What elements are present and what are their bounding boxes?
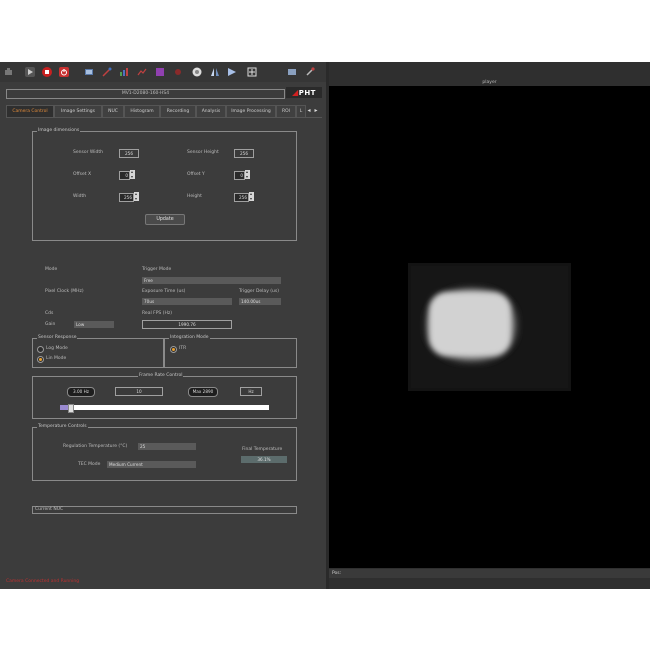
tab-scroll-right-icon[interactable]: ▸ xyxy=(313,105,319,116)
lin-mode-radio[interactable] xyxy=(37,356,44,363)
width-stepper[interactable] xyxy=(134,192,139,201)
offset-x-stepper[interactable] xyxy=(130,170,135,179)
sensor-width-label: Sensor Width xyxy=(73,150,103,155)
width-label: Width xyxy=(73,194,87,199)
sensor-height-value: 256 xyxy=(234,149,254,158)
itr-radio[interactable] xyxy=(170,346,177,353)
play-icon[interactable] xyxy=(25,67,35,77)
trigger-delay-label: Trigger Delay (us) xyxy=(239,289,279,294)
regulation-temperature-input[interactable]: 25 xyxy=(138,443,196,450)
tab-roi[interactable]: ROI xyxy=(276,105,296,117)
real-fps-value: 1990.76 xyxy=(142,320,232,329)
frame-rate-group: Frame Rate Control 3.00 Hz 10 Max 2890 H… xyxy=(32,373,297,419)
log-mode-label: Log Mode xyxy=(46,346,68,351)
monitor-icon[interactable] xyxy=(287,67,297,77)
tab-image-processing[interactable]: Image Processing xyxy=(226,105,276,117)
exposure-time-label: Exposure Time (us) xyxy=(142,289,186,294)
graph-icon[interactable] xyxy=(137,67,147,77)
height-input[interactable]: 256 xyxy=(234,193,249,202)
integration-mode-group: Integration Mode ITR xyxy=(164,335,297,368)
frame-rate-slider-handle[interactable] xyxy=(68,404,74,413)
gain-select[interactable]: Low xyxy=(74,321,114,328)
flag-icon[interactable] xyxy=(227,67,237,77)
frame-rate-max-button[interactable]: Max 2890 xyxy=(188,387,218,397)
tab-bar: Camera Control Image Settings NUC Histog… xyxy=(6,105,322,118)
pixel-clock-label: Pixel Clock (MHz) xyxy=(45,289,84,294)
tab-nuc[interactable]: NUC xyxy=(102,105,124,117)
sensor-response-title: Sensor Response xyxy=(37,335,78,341)
frame-rate-min-button[interactable]: 3.00 Hz xyxy=(67,387,95,397)
tab-camera-control[interactable]: Camera Control xyxy=(6,105,54,117)
image-icon[interactable] xyxy=(84,67,94,77)
trigger-mode-label: Trigger Mode xyxy=(142,267,172,272)
brand-logo: ◢PHT xyxy=(286,87,322,98)
crosshair-icon[interactable] xyxy=(247,67,257,77)
integration-mode-title: Integration Mode xyxy=(169,335,210,341)
settings-wheel-icon[interactable] xyxy=(192,67,202,77)
tab-recording[interactable]: Recording xyxy=(160,105,196,117)
exposure-time-input[interactable]: 70us xyxy=(142,298,232,305)
power-icon[interactable] xyxy=(59,67,69,77)
camera-frame-image xyxy=(408,263,571,391)
tab-scroll-left-icon[interactable]: ◂ xyxy=(306,105,312,116)
frame-rate-title: Frame Rate Control xyxy=(138,373,184,379)
update-button[interactable]: Update xyxy=(145,214,185,225)
tab-analysis[interactable]: Analysis xyxy=(196,105,226,117)
current-nuc-label: Current NUC xyxy=(35,507,64,512)
real-fps-label: Real FPS (Hz) xyxy=(142,311,172,316)
log-mode-radio[interactable] xyxy=(37,346,44,353)
tec-mode-label: TEC Mode xyxy=(78,462,101,467)
wrench-icon[interactable] xyxy=(305,67,315,77)
height-stepper[interactable] xyxy=(249,192,254,201)
tab-histogram[interactable]: Histogram xyxy=(124,105,160,117)
itr-label: ITR xyxy=(179,346,187,351)
offset-x-label: Offset X xyxy=(73,172,92,177)
status-text: Camera Connected and Running xyxy=(6,579,80,584)
image-dimensions-group: Image dimensions Sensor Width 256 Sensor… xyxy=(32,128,297,241)
frame-rate-unit: Hz xyxy=(240,387,262,396)
image-dimensions-title: Image dimensions xyxy=(37,128,81,134)
tab-image-settings[interactable]: Image Settings xyxy=(54,105,102,117)
temperature-title: Temperature Controls xyxy=(37,424,88,430)
final-temperature-label: Final Temperature xyxy=(242,447,283,452)
cds-label: Cds xyxy=(45,311,54,316)
lin-mode-label: Lin Mode xyxy=(46,356,67,361)
chart-icon[interactable] xyxy=(119,67,129,77)
offset-y-input[interactable]: 0 xyxy=(234,171,245,180)
gain-label: Gain xyxy=(45,322,56,327)
viewer-status: Pos: xyxy=(329,569,650,578)
camera-image-view[interactable] xyxy=(329,86,650,568)
filter-icon[interactable] xyxy=(155,67,165,77)
record-icon[interactable] xyxy=(173,67,183,77)
sensor-width-value: 256 xyxy=(119,149,139,158)
mirror-icon[interactable] xyxy=(210,67,220,77)
temperature-group: Temperature Controls Regulation Temperat… xyxy=(32,424,297,481)
toolbar xyxy=(0,62,326,83)
mode-label: Mode xyxy=(45,267,58,272)
stop-icon[interactable] xyxy=(42,67,52,77)
current-nuc-field: Current NUC xyxy=(32,506,297,514)
offset-y-stepper[interactable] xyxy=(245,170,250,179)
camera-name-field: MV1-D2080-160-HS4 xyxy=(6,89,285,99)
camera-icon[interactable] xyxy=(4,67,14,77)
trigger-delay-input[interactable]: 140.00us xyxy=(239,298,281,305)
sensor-response-group: Sensor Response Log Mode Lin Mode xyxy=(32,335,164,368)
sensor-height-label: Sensor Height xyxy=(187,150,219,155)
tec-mode-select[interactable]: Medium Current xyxy=(107,461,196,468)
tab-more[interactable]: L xyxy=(296,105,306,117)
trigger-mode-select[interactable]: Free xyxy=(142,277,281,284)
tools-icon[interactable] xyxy=(102,67,112,77)
frame-rate-slider-fill xyxy=(60,405,68,410)
frame-rate-value[interactable]: 10 xyxy=(115,387,163,396)
offset-x-input[interactable]: 0 xyxy=(119,171,130,180)
offset-y-label: Offset Y xyxy=(187,172,205,177)
width-input[interactable]: 256 xyxy=(119,193,134,202)
height-label: Height xyxy=(187,194,202,199)
frame-rate-slider-track[interactable] xyxy=(60,405,269,410)
regulation-temperature-label: Regulation Temperature (°C) xyxy=(63,444,128,449)
final-temperature-value: 36.1% xyxy=(241,456,287,463)
